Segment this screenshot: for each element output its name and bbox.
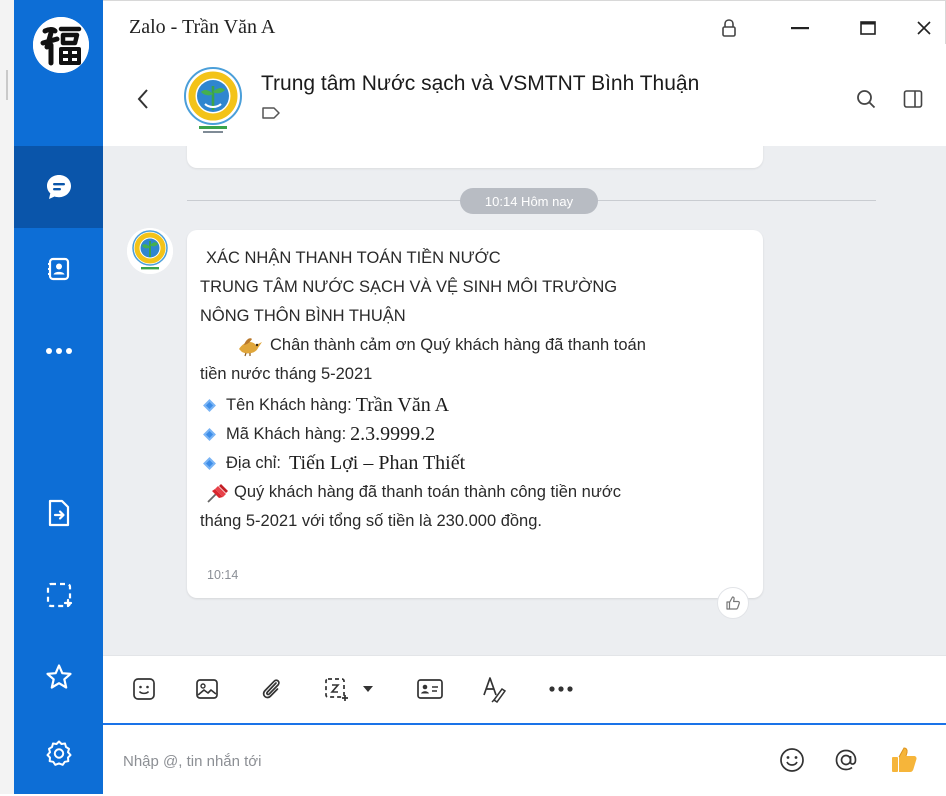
minimize-icon bbox=[791, 27, 809, 30]
capture-options-dropdown[interactable] bbox=[357, 672, 379, 706]
sticker-icon bbox=[133, 678, 155, 700]
sticker-button[interactable] bbox=[127, 672, 161, 706]
conversation-avatar[interactable] bbox=[183, 66, 243, 136]
thanks-text: Chân thành cảm ơn Quý khách hàng đã than… bbox=[270, 336, 646, 354]
fu-calligraphy-icon bbox=[33, 17, 89, 73]
caret-down-icon bbox=[363, 686, 373, 692]
attachment-button[interactable] bbox=[254, 672, 288, 706]
settings-icon bbox=[46, 740, 71, 766]
nav-more[interactable] bbox=[14, 310, 103, 392]
customer-name-value: Trần Văn A bbox=[355, 394, 450, 416]
customer-name-row: Tên Khách hàng: Trần Văn A bbox=[200, 391, 745, 420]
composer-toolbar bbox=[103, 655, 946, 724]
side-panel-button[interactable] bbox=[898, 84, 928, 114]
close-icon bbox=[917, 21, 931, 35]
text-format-button[interactable] bbox=[477, 672, 511, 706]
nav-settings[interactable] bbox=[14, 712, 103, 794]
pushpin-icon bbox=[207, 483, 228, 503]
sender-avatar[interactable] bbox=[127, 228, 173, 274]
message-title-line: XÁC NHẬN THANH TOÁN TIỀN NƯỚC bbox=[206, 249, 501, 267]
nav-messages[interactable] bbox=[14, 146, 103, 228]
message-body: XÁC NHẬN THANH TOÁN TIỀN NƯỚC TRUNG TÂM … bbox=[200, 244, 745, 536]
message-title-line: TRUNG TÂM NƯỚC SẠCH VÀ VỆ SINH MÔI TRƯỜN… bbox=[200, 278, 618, 296]
payment-amount-line: tháng 5-2021 với tổng số tiền là 230.000… bbox=[200, 512, 542, 530]
image-icon bbox=[196, 679, 218, 699]
water-center-logo-icon bbox=[127, 228, 173, 274]
file-transfer-icon bbox=[48, 499, 69, 527]
maximize-button[interactable] bbox=[851, 14, 885, 42]
screen-capture-icon bbox=[325, 678, 348, 701]
water-center-logo-icon bbox=[184, 67, 242, 133]
maximize-icon bbox=[860, 21, 876, 35]
message-bubble[interactable]: XÁC NHẬN THANH TOÁN TIỀN NƯỚC TRUNG TÂM … bbox=[187, 230, 763, 619]
more-tools-button[interactable] bbox=[544, 672, 578, 706]
thumbs-up-outline-icon bbox=[726, 596, 740, 610]
lock-icon bbox=[722, 19, 736, 37]
edge-mark bbox=[6, 70, 8, 100]
message-timestamp: 10:14 bbox=[207, 568, 239, 582]
minimize-button[interactable] bbox=[783, 14, 817, 42]
nav-file-transfer[interactable] bbox=[14, 472, 103, 554]
window-title: Zalo - Trần Văn A bbox=[115, 10, 290, 44]
payment-confirmed-line: Quý khách hàng đã thanh toán thành công … bbox=[200, 478, 745, 507]
payment-confirmed-text: Quý khách hàng đã thanh toán thành công … bbox=[234, 483, 621, 501]
mention-icon bbox=[835, 749, 857, 771]
blue-diamond-icon bbox=[203, 399, 216, 412]
nav-starred[interactable] bbox=[14, 636, 103, 718]
title-bar: Zalo - Trần Văn A bbox=[103, 10, 946, 44]
search-icon bbox=[857, 90, 876, 109]
side-panel-icon bbox=[903, 90, 923, 108]
message-title-line: NÔNG THÔN BÌNH THUẬN bbox=[200, 307, 406, 325]
chevron-left-icon bbox=[137, 89, 148, 109]
reaction-button[interactable] bbox=[717, 587, 749, 619]
chat-icon bbox=[46, 175, 71, 199]
conversation-name: Trung tâm Nước sạch và VSMTNT Bình Thuận bbox=[261, 72, 700, 95]
lock-button[interactable] bbox=[712, 14, 746, 42]
thumbs-up-icon bbox=[892, 747, 917, 772]
address-value: Tiến Lợi – Phan Thiết bbox=[289, 452, 466, 474]
sidebar bbox=[14, 0, 103, 794]
message-input[interactable] bbox=[123, 747, 743, 775]
emoji-button[interactable] bbox=[775, 743, 809, 777]
address-row: Địa chỉ: Tiến Lợi – Phan Thiết bbox=[200, 449, 745, 478]
blue-diamond-icon bbox=[203, 428, 216, 441]
back-button[interactable] bbox=[131, 84, 155, 114]
contacts-icon bbox=[47, 257, 69, 281]
more-icon bbox=[45, 348, 72, 354]
conversation-header: Trung tâm Nước sạch và VSMTNT Bình Thuận bbox=[103, 44, 946, 146]
blue-diamond-icon bbox=[203, 457, 216, 470]
thanks-line-continued: tiền nước tháng 5-2021 bbox=[200, 365, 373, 383]
customer-code-value: 2.3.9999.2 bbox=[350, 423, 436, 445]
user-avatar[interactable] bbox=[33, 17, 89, 73]
screenshot-icon bbox=[46, 582, 72, 608]
image-button[interactable] bbox=[190, 672, 224, 706]
screen-capture-button[interactable] bbox=[319, 672, 353, 706]
address-label: Địa chỉ: bbox=[226, 454, 282, 472]
customer-code-row: Mã Khách hàng: 2.3.9999.2 bbox=[200, 420, 745, 449]
nav-screenshot[interactable] bbox=[14, 554, 103, 636]
background-window-edge bbox=[0, 0, 15, 794]
contact-card-icon bbox=[417, 679, 443, 699]
quick-like-button[interactable] bbox=[887, 743, 921, 777]
search-button[interactable] bbox=[851, 84, 881, 114]
contact-card-button[interactable] bbox=[412, 672, 448, 706]
date-divider-label: 10:14 Hôm nay bbox=[460, 188, 598, 214]
customer-code-label: Mã Khách hàng: bbox=[226, 425, 347, 443]
emoji-icon bbox=[780, 748, 804, 772]
text-format-icon bbox=[483, 677, 507, 703]
mention-button[interactable] bbox=[829, 743, 863, 777]
bird-emoji-icon bbox=[239, 337, 262, 356]
label-tag-button[interactable] bbox=[261, 106, 281, 120]
attachment-icon bbox=[262, 679, 280, 699]
message-composer bbox=[103, 723, 946, 796]
close-button[interactable] bbox=[907, 14, 941, 42]
more-icon bbox=[549, 686, 573, 692]
tag-icon bbox=[262, 107, 280, 119]
chat-area[interactable]: 10:14 Hôm nay XÁC NHẬN THANH TOÁN TIỀN N… bbox=[103, 146, 946, 655]
thanks-line: Chân thành cảm ơn Quý khách hàng đã than… bbox=[200, 331, 745, 360]
previous-message-bubble bbox=[187, 146, 763, 168]
nav-contacts[interactable] bbox=[14, 228, 103, 310]
star-icon bbox=[45, 664, 72, 689]
customer-name-label: Tên Khách hàng: bbox=[226, 396, 352, 414]
